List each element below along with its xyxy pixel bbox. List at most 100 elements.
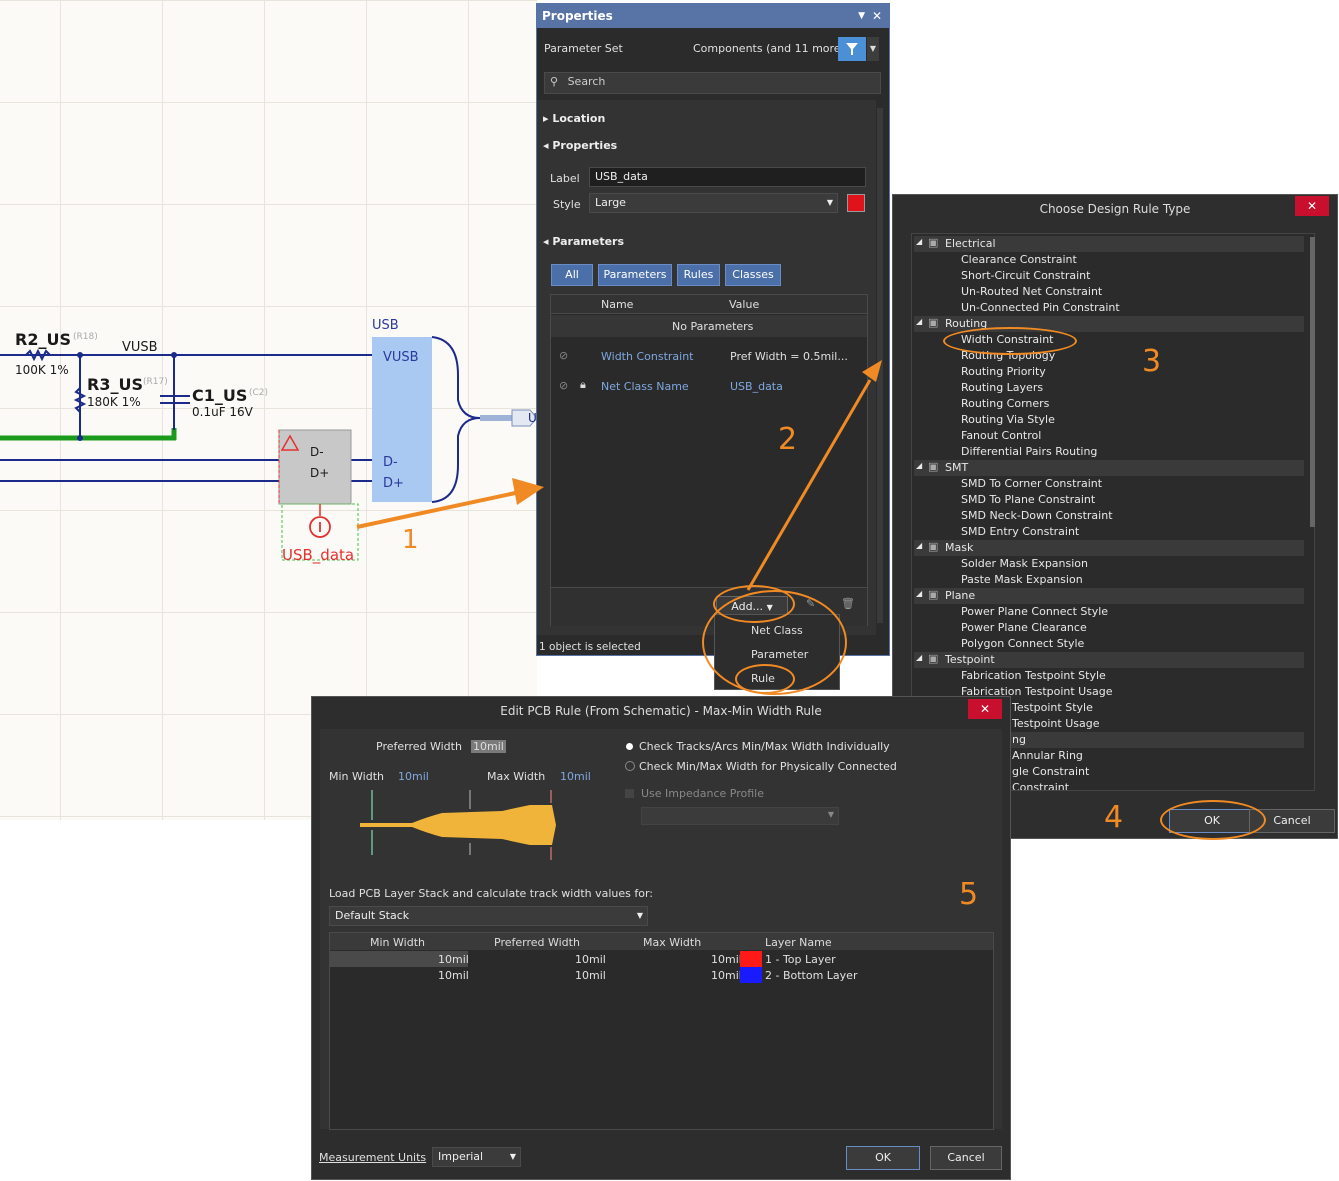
param-row-value[interactable]: USB_data	[730, 380, 783, 393]
parameters-grid: Name Value No Parameters ⊘ Width Constra…	[550, 294, 868, 626]
tree-rule-item[interactable]: Annular Ring	[1012, 749, 1083, 762]
tree-rule-item[interactable]: Paste Mask Expansion	[961, 573, 1083, 586]
tree-rule-item[interactable]: Solder Mask Expansion	[961, 557, 1088, 570]
tree-rule-item[interactable]: Routing Via Style	[961, 413, 1055, 426]
tab-classes[interactable]: Classes	[725, 264, 781, 286]
delete-icon[interactable]: 🗑︎	[841, 597, 855, 610]
tree-rule-item[interactable]: Clearance Constraint	[961, 253, 1077, 266]
tab-parameters[interactable]: Parameters	[598, 264, 672, 286]
tree-rule-item[interactable]: Testpoint Style	[1012, 701, 1093, 714]
tree-rule-item[interactable]: Fabrication Testpoint Style	[961, 669, 1106, 682]
tree-category-label[interactable]: Plane	[945, 589, 975, 602]
col-max-width[interactable]: Max Width	[643, 936, 701, 949]
style-color-swatch[interactable]	[847, 194, 865, 212]
tree-rule-item[interactable]: Short-Circuit Constraint	[961, 269, 1090, 282]
preferred-width-value[interactable]: 10mil	[471, 740, 506, 753]
layer-stack-select[interactable]: Default Stack ▼	[329, 906, 648, 926]
style-select[interactable]: Large ▼	[589, 193, 838, 213]
tree-rule-item[interactable]: Polygon Connect Style	[961, 637, 1084, 650]
hidden-eye-icon[interactable]: ⊘	[559, 379, 568, 392]
collapse-icon[interactable]: ◢	[916, 317, 922, 326]
tree-rule-item[interactable]: Un-Connected Pin Constraint	[961, 301, 1120, 314]
grid-header	[551, 295, 867, 314]
col-value[interactable]: Value	[729, 298, 759, 311]
tree-rule-item[interactable]: Routing Priority	[961, 365, 1046, 378]
impedance-checkbox[interactable]	[625, 789, 634, 798]
row1-min[interactable]: 10mil	[438, 953, 469, 966]
col-name[interactable]: Name	[601, 298, 633, 311]
lock-icon[interactable]: 🔒︎	[580, 378, 586, 392]
cancel-button[interactable]: Cancel	[930, 1146, 1002, 1170]
status-text: 1 object is selected	[539, 641, 641, 653]
radio-connected[interactable]	[625, 761, 635, 771]
section-properties[interactable]: ◂ Properties	[537, 135, 873, 157]
min-width-value[interactable]: 10mil	[398, 770, 429, 783]
hidden-eye-icon[interactable]: ⊘	[559, 349, 568, 362]
tree-category-label[interactable]: Mask	[945, 541, 973, 554]
tree-rule-item[interactable]: Power Plane Clearance	[961, 621, 1087, 634]
tree-rule-item[interactable]: SMD To Corner Constraint	[961, 477, 1102, 490]
radio-individually[interactable]	[626, 743, 633, 750]
row1-max[interactable]: 10mil	[711, 953, 742, 966]
collapse-icon[interactable]: ◢	[916, 541, 922, 550]
panel-close-icon[interactable]: ✕	[872, 4, 882, 28]
tree-category-label[interactable]: Testpoint	[945, 653, 995, 666]
tree-rule-item[interactable]: SMD Neck-Down Constraint	[961, 509, 1113, 522]
tree-rule-item[interactable]: Routing Corners	[961, 397, 1049, 410]
param-row-name[interactable]: Width Constraint	[601, 350, 694, 363]
radio-connected-label[interactable]: Check Min/Max Width for Physically Conne…	[639, 760, 897, 773]
col-min-width[interactable]: Min Width	[370, 936, 425, 949]
tree-scrollbar[interactable]	[1310, 237, 1315, 527]
ok-button[interactable]: OK	[846, 1146, 920, 1170]
collapse-icon[interactable]: ◢	[916, 589, 922, 598]
row2-max[interactable]: 10mil	[711, 969, 742, 982]
panel-menu-icon[interactable]: ▼	[858, 4, 865, 28]
collapse-icon[interactable]: ◢	[916, 237, 922, 246]
label-input[interactable]: USB_data	[589, 167, 866, 187]
tab-rules[interactable]: Rules	[677, 264, 720, 286]
close-icon[interactable]: ✕	[968, 699, 1002, 719]
param-row-name[interactable]: Net Class Name	[601, 380, 689, 393]
tree-rule-item[interactable]: Power Plane Connect Style	[961, 605, 1108, 618]
search-input[interactable]: ⚲ Search	[544, 72, 881, 94]
param-row-value[interactable]: Pref Width = 0.5mil...	[730, 350, 848, 363]
units-select[interactable]: Imperial ▼	[432, 1147, 521, 1167]
tree-rule-item[interactable]: Routing Layers	[961, 381, 1043, 394]
highlight-width-constraint	[943, 327, 1077, 355]
scrollbar[interactable]	[877, 108, 883, 623]
filter-dropdown-icon[interactable]: ▼	[867, 37, 879, 61]
tree-category[interactable]	[914, 460, 1304, 476]
step-4: 4	[1104, 800, 1124, 835]
tree-rule-item[interactable]: Differential Pairs Routing	[961, 445, 1097, 458]
col-preferred-width[interactable]: Preferred Width	[494, 936, 580, 949]
collapse-icon: ◂	[543, 139, 553, 152]
section-parameters[interactable]: ◂ Parameters	[537, 231, 873, 253]
filter-button[interactable]	[838, 37, 866, 61]
tree-category-label[interactable]: SMT	[945, 461, 968, 474]
row2-pref[interactable]: 10mil	[575, 969, 606, 982]
directive-label[interactable]: USB_data	[282, 546, 354, 564]
section-location[interactable]: ▸ Location	[537, 108, 873, 130]
properties-header: Properties ▼ ✕	[537, 4, 889, 28]
tree-rule-item[interactable]: Testpoint Usage	[1012, 717, 1099, 730]
tree-rule-item[interactable]: gle Constraint	[1012, 765, 1089, 778]
collapse-icon[interactable]: ◢	[916, 461, 922, 470]
tree-rule-item[interactable]: SMD To Plane Constraint	[961, 493, 1095, 506]
chevron-down-icon: ▼	[509, 1152, 516, 1161]
row1-pref[interactable]: 10mil	[575, 953, 606, 966]
tab-all[interactable]: All	[551, 264, 593, 286]
impedance-select[interactable]: ▼	[641, 807, 839, 825]
tree-rule-item[interactable]: Un-Routed Net Constraint	[961, 285, 1102, 298]
layer-width-grid: Min Width Preferred Width Max Width Laye…	[329, 932, 994, 1130]
col-layer-name[interactable]: Layer Name	[765, 936, 832, 949]
tree-rule-item[interactable]: Constraint	[1012, 781, 1069, 790]
row2-min[interactable]: 10mil	[438, 969, 469, 982]
max-width-value[interactable]: 10mil	[560, 770, 591, 783]
close-icon[interactable]: ✕	[1295, 196, 1329, 216]
tree-category-label[interactable]: Electrical	[945, 237, 996, 250]
radio-individually-label[interactable]: Check Tracks/Arcs Min/Max Width Individu…	[639, 740, 890, 753]
collapse-icon[interactable]: ◢	[916, 653, 922, 662]
tree-rule-item[interactable]: ng	[1012, 733, 1026, 746]
tree-rule-item[interactable]: Fanout Control	[961, 429, 1041, 442]
tree-rule-item[interactable]: SMD Entry Constraint	[961, 525, 1079, 538]
